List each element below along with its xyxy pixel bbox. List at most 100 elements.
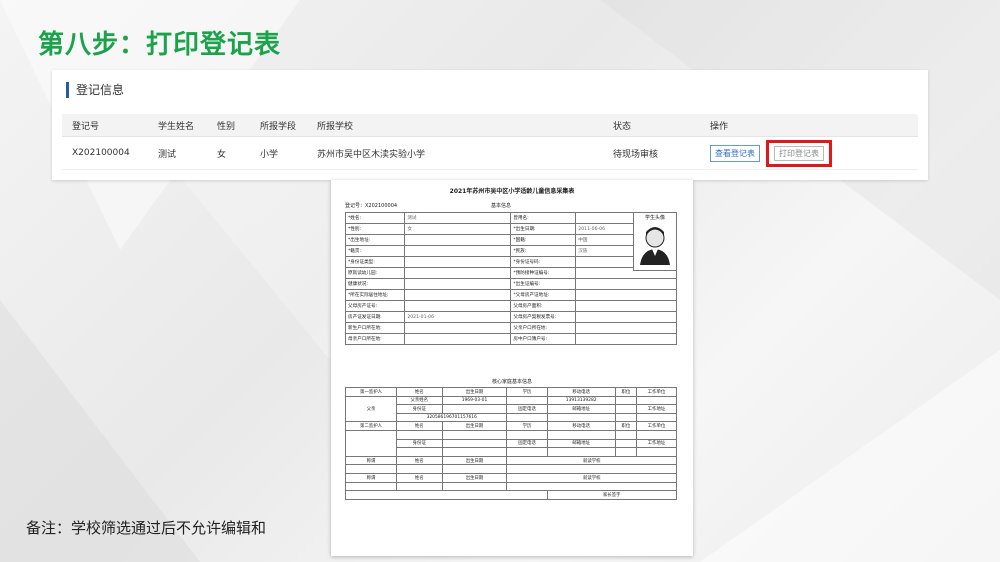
fam-col-birth: 出生日期 <box>441 387 508 397</box>
form-field-label: *姓名: <box>344 212 406 224</box>
form-field-label: 房中户口簿户号: <box>510 333 577 345</box>
registration-panel: 登记信息 登记号 学生姓名 性别 所报学段 所报学校 状态 操作 X202100… <box>52 70 928 180</box>
form-field-label: 父母房产契税发票号: <box>510 311 577 323</box>
form-field-label: *预防接种证编号: <box>510 267 577 279</box>
form-field-value <box>404 256 512 268</box>
fam-col-work: 工作单位 <box>635 387 678 397</box>
form-field-label: 健康状况: <box>344 278 406 290</box>
form-field-label: *身份证号码: <box>510 256 577 268</box>
form-field-value <box>404 278 512 290</box>
form-field-label: *国籍: <box>510 234 577 246</box>
form-field-label: 母亲户口所在地: <box>344 333 406 345</box>
col-name: 学生姓名 <box>148 114 207 137</box>
work-addr-label: 工作地址 <box>635 404 678 414</box>
form-field-label: 新生户口所在地: <box>344 322 406 334</box>
fam-col-name: 姓名 <box>396 387 443 397</box>
printed-form-preview: 2021年苏州市吴中区小学适龄儿童信息采集表 登记号：X202100004 基本… <box>331 180 693 556</box>
photo-cell: 学生头像 <box>633 212 677 271</box>
cell-stage: 小学 <box>250 136 307 170</box>
cell-gender: 女 <box>207 136 250 170</box>
form-field-value <box>575 333 677 345</box>
fam-col-edu: 学历 <box>506 387 548 397</box>
form-row: 健康状况: *出生证编号: <box>344 278 677 290</box>
print-registration-button[interactable]: 打印登记表 <box>774 145 824 161</box>
family-section-title: 核心家庭基本信息 <box>491 379 532 385</box>
form-row: 母亲户口所在地: 房中户口簿户号: <box>344 333 677 345</box>
form-field-label: *性别: <box>344 223 406 235</box>
form-field-value <box>575 278 677 290</box>
form-field-label: *出生地址: <box>344 234 406 246</box>
registration-table: 登记号 学生姓名 性别 所报学段 所报学校 状态 操作 X202100004 测… <box>62 114 918 170</box>
form-field-label: *身份证类型: <box>344 256 406 268</box>
cell-name: 测试 <box>148 136 207 170</box>
form-field-value: 2021-01-06 <box>404 311 512 323</box>
col-stage: 所报学段 <box>250 114 307 137</box>
basic-info-table: *姓名: 测试 曾用名: *性别: 女 *出生日期: 2011-06-06 *出生地址: *国籍… <box>344 212 677 345</box>
id-label: 身份证 <box>396 404 443 414</box>
father-id: 320586196701157616 <box>395 412 508 423</box>
col-gender: 性别 <box>207 114 250 137</box>
form-field-label: *民族: <box>510 245 577 257</box>
table-row: X202100004 测试 女 小学 苏州市吴中区木渎实验小学 待现场审核 查看… <box>62 136 918 170</box>
form-field-value <box>404 245 512 257</box>
form-row: 房产证发证日期: 2021-01-06 父母房产契税发票号: <box>344 311 677 323</box>
form-field-label: *出生日期: <box>510 223 577 235</box>
form-field-label: 父母房产证号: <box>344 300 406 312</box>
cell-reg-no: X202100004 <box>62 136 148 170</box>
col-actions: 操作 <box>700 114 918 137</box>
form-field-value <box>404 333 512 345</box>
col-reg-no: 登记号 <box>62 114 148 137</box>
guardian1-label: 第一监护人 <box>345 387 397 397</box>
father-phone: 13913139282 <box>546 395 616 406</box>
father-label: 父亲 <box>345 395 397 423</box>
form-field-value: 女 <box>404 223 512 235</box>
form-title: 2021年苏州市吴中区小学适龄儿童信息采集表 <box>449 188 575 195</box>
form-field-label: *籍贯: <box>344 245 406 257</box>
form-field-label: *出生证编号: <box>510 278 577 290</box>
form-field-label: *所在实际居住地址: <box>344 289 406 301</box>
form-field-label: 父母房产面积: <box>510 300 577 312</box>
form-basic-title: 基本信息 <box>491 203 512 209</box>
form-field-value <box>575 311 677 323</box>
table-header-row: 登记号 学生姓名 性别 所报学段 所报学校 状态 操作 <box>62 114 918 137</box>
form-field-value <box>575 300 677 312</box>
father-birth: 1969-03-01 <box>441 395 508 406</box>
form-field-label: *父母房产证地址: <box>510 289 577 301</box>
form-field-value <box>404 267 512 279</box>
fam-col-phone: 移动电话 <box>546 387 616 397</box>
form-field-value <box>575 322 677 334</box>
col-status: 状态 <box>603 114 700 137</box>
form-reg-no: 登记号：X202100004 <box>345 203 398 209</box>
fixed-phone-label: 固定电话 <box>506 404 548 414</box>
guardian2-label: 第二监护人 <box>345 421 397 431</box>
form-row: *身份证类型: *身份证号码: <box>344 256 677 268</box>
form-row: 新生户口所在地: 父亲户口所在地: <box>344 322 677 334</box>
father-name-label: 父亲姓名 <box>396 395 443 406</box>
view-registration-button[interactable]: 查看登记表 <box>710 144 760 162</box>
footnote: 备注：学校筛选通过后不允许编辑和 <box>26 519 267 537</box>
form-field-value <box>404 322 512 334</box>
sibling1-title-label: 称谓 <box>345 455 397 466</box>
sibling2-title-label: 称谓 <box>345 472 397 483</box>
email-label: 邮箱地址 <box>546 404 616 414</box>
highlight-box: 打印登记表 <box>766 139 832 167</box>
cell-status: 待现场审核 <box>603 136 700 170</box>
form-row: *所在实际居住地址: *父母房产证地址: <box>344 289 677 301</box>
slide-title: 第八步：打印登记表 <box>38 30 282 60</box>
form-field-value: 测试 <box>404 212 512 224</box>
form-row: *出生地址: *国籍: 中国 <box>344 234 677 246</box>
family-table: 第一监护人 姓名 出生日期 学历 移动电话 职位 工作单位 父亲 父亲姓名 19… <box>345 387 678 500</box>
form-field-value <box>404 289 512 301</box>
student-avatar-icon <box>640 227 670 265</box>
form-field-value <box>404 234 512 246</box>
col-school: 所报学校 <box>307 114 603 137</box>
cell-actions: 查看登记表 打印登记表 <box>700 136 918 170</box>
form-row: *姓名: 测试 曾用名: <box>344 212 677 224</box>
form-row: 原就读幼儿园: *预防接种证编号: <box>344 267 677 279</box>
form-field-value <box>404 300 512 312</box>
form-field-label: 曾用名: <box>510 212 577 224</box>
form-row: *性别: 女 *出生日期: 2011-06-06 <box>344 223 677 235</box>
form-field-value <box>575 289 677 301</box>
fam-col-position: 职位 <box>614 387 637 397</box>
form-field-label: 原就读幼儿园: <box>344 267 406 279</box>
